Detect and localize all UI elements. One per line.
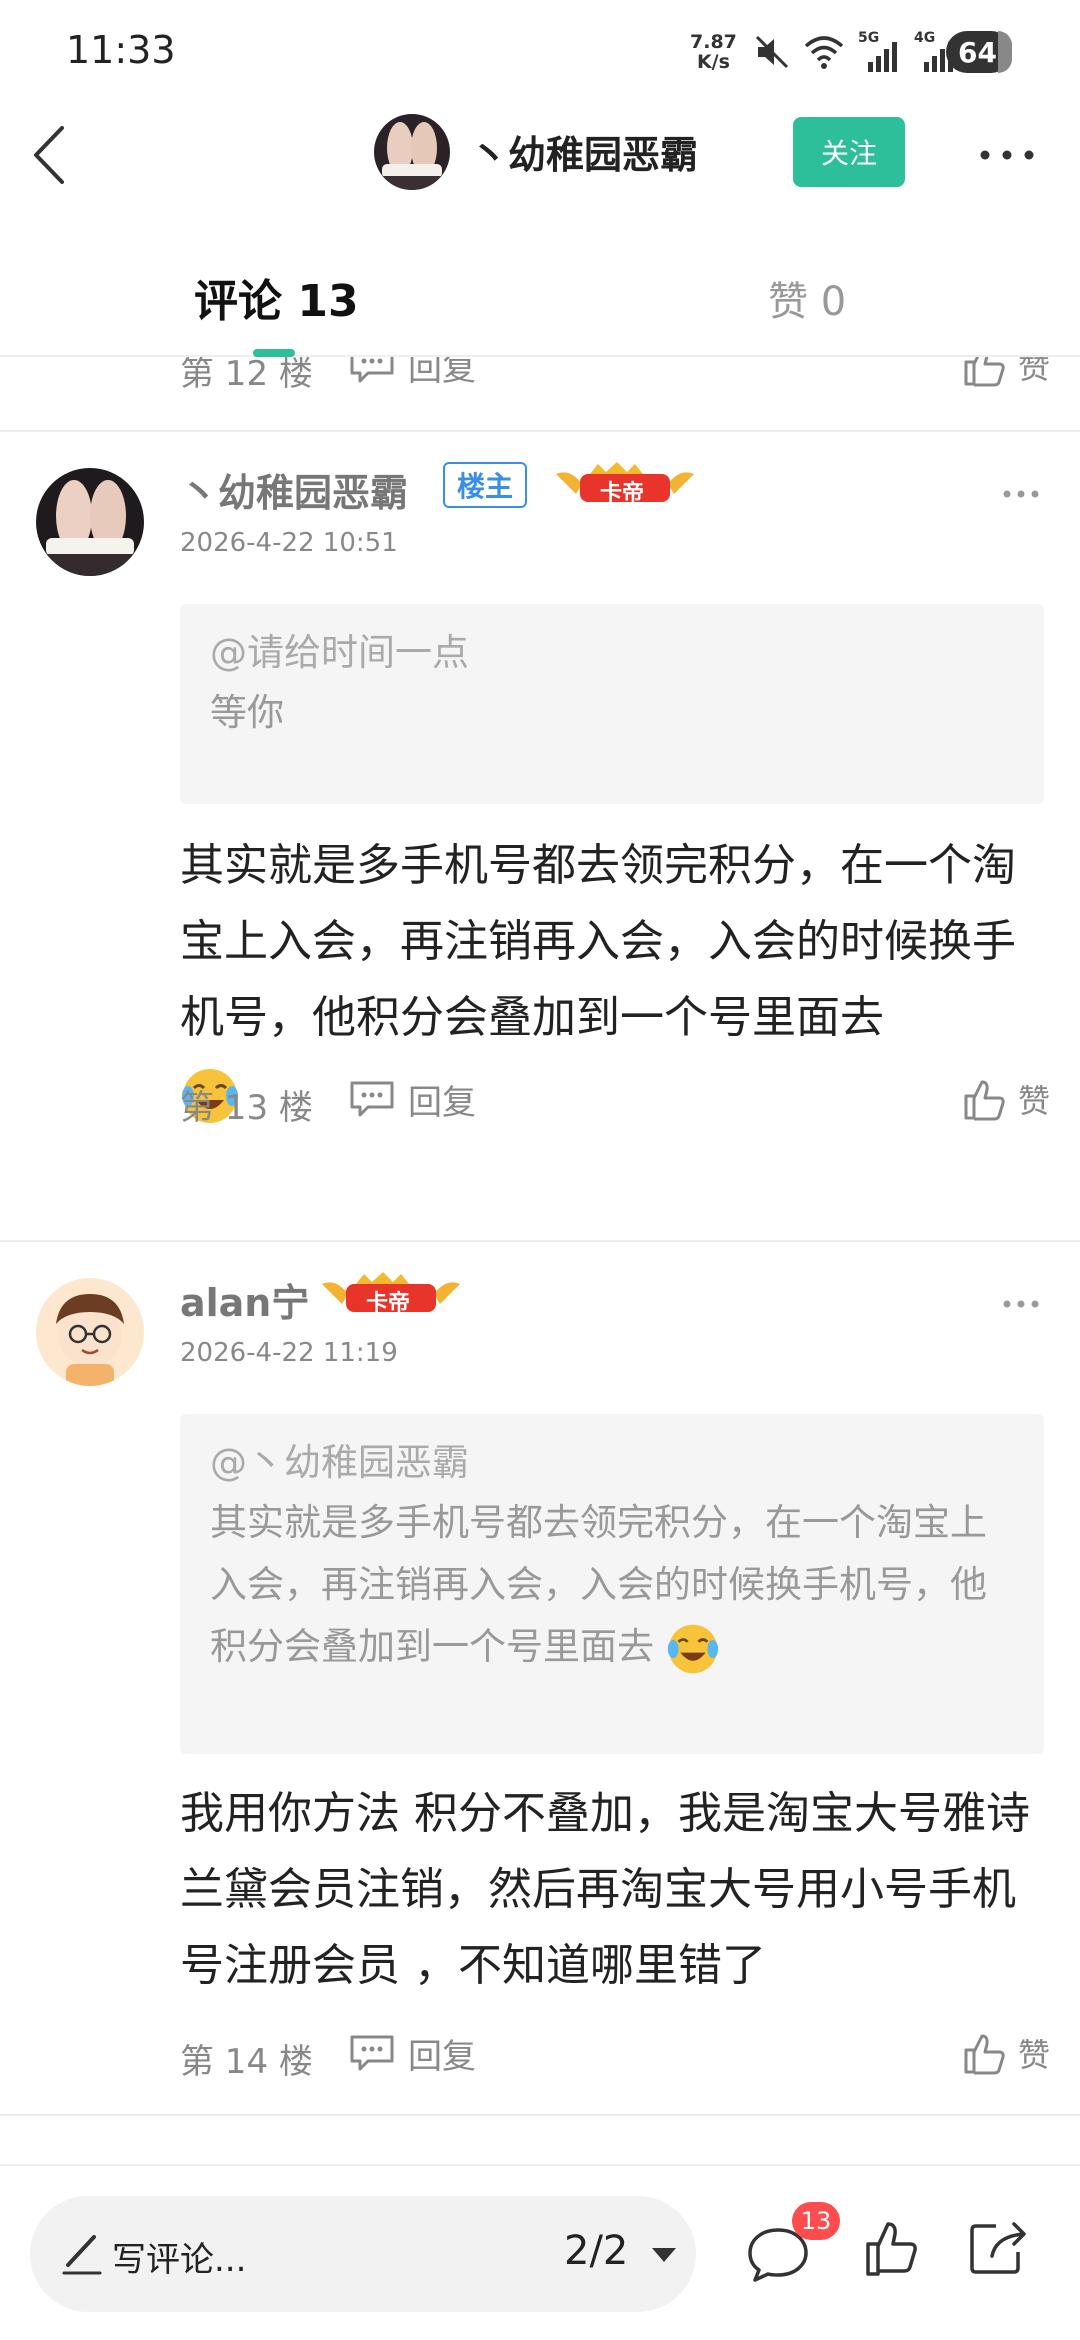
comment-input-placeholder: 写评论... [112, 2240, 247, 2280]
net-speed-value: 7.87 [690, 31, 737, 53]
pen-icon [62, 2235, 102, 2275]
quote-mention: @丶幼稚园恶霸 [210, 1441, 469, 1484]
comment-body: 其实就是多手机号都去领完积分，在一个淘宝上入会，再注销再入会，入会的时候换手机号… [180, 840, 1016, 1043]
post-header: 丶幼稚园恶霸 关注 [0, 100, 1080, 210]
comment-username[interactable]: alan宁 [180, 1272, 309, 1327]
tab-active-indicator [253, 349, 295, 357]
owner-badge: 楼主 [443, 462, 528, 508]
mute-icon [755, 35, 789, 69]
tab-bar: 评论 13 赞 0 [0, 245, 1080, 357]
tab-comments-count: 13 [297, 276, 359, 327]
rank-badge-label: 卡帝 [600, 481, 645, 506]
floor-number: 第 13 楼 [180, 1088, 313, 1128]
like-button[interactable]: 赞 [962, 1074, 1050, 1124]
comment-feed[interactable]: 第 12 楼 回复 赞 丶幼稚园恶霸 楼主 卡帝 2026-4-22 10:51… [0, 330, 1080, 2130]
avatar-image [36, 1278, 144, 1386]
comment-item: 丶幼稚园恶霸 楼主 卡帝 2026-4-22 10:51 @请给时间一点 等你 … [0, 432, 1080, 1162]
thumb-up-icon [964, 1080, 1005, 1121]
thumb-up-icon[interactable] [864, 2218, 918, 2278]
reply-icon [350, 2035, 394, 2071]
reply-label: 回复 [408, 2036, 476, 2077]
comment-footer: 第 14 楼 回复 赞 [180, 2028, 1050, 2082]
page-indicator[interactable]: 2/2 [564, 2228, 628, 2274]
follow-button[interactable]: 关注 [793, 117, 905, 187]
net-speed-unit: K/s [696, 51, 730, 73]
rank-badge: 卡帝 [550, 460, 700, 510]
net-speed: 7.87 K/s [690, 32, 737, 72]
quote-mention: @请给时间一点 [210, 631, 469, 674]
divider [0, 2114, 1080, 2116]
comment-input[interactable]: 写评论... 2/2 [30, 2196, 696, 2312]
like-label: 赞 [1017, 1082, 1050, 1120]
battery-indicator: 64 [946, 31, 1012, 73]
comment-footer: 第 13 楼 回复 赞 [180, 1074, 1050, 1128]
rank-badge: 卡帝 [316, 1270, 466, 1320]
laugh-cry-emoji [667, 1624, 718, 1673]
header-username[interactable]: 丶幼稚园恶霸 [470, 124, 698, 179]
comment-username[interactable]: 丶幼稚园恶霸 [180, 462, 408, 517]
tab-comments-label: 评论 [194, 276, 282, 327]
comment-count-badge: 13 [792, 2202, 840, 2240]
floor-number: 第 14 楼 [180, 2042, 313, 2082]
tab-likes[interactable]: 赞 0 [768, 269, 846, 327]
signal-5g: 5G [858, 30, 900, 72]
like-label: 赞 [1017, 2036, 1050, 2074]
bottom-bar: 写评论... 2/2 13 [0, 2164, 1080, 2340]
comment-body: 我用你方法 积分不叠加，我是淘宝大号雅诗兰黛会员注销，然后再淘宝大号用小号手机号… [180, 1788, 1030, 1991]
status-time: 11:33 [66, 28, 176, 72]
caret-down-icon[interactable] [650, 2246, 678, 2264]
thumb-up-icon [964, 2034, 1005, 2075]
avatar-image [374, 114, 450, 190]
quoted-comment[interactable]: @请给时间一点 等你 [180, 604, 1044, 804]
share-icon[interactable] [968, 2218, 1028, 2276]
reply-button[interactable]: 回复 [348, 1074, 476, 1124]
like-button[interactable]: 赞 [962, 2028, 1050, 2078]
battery-level: 64 [958, 35, 997, 69]
back-icon[interactable] [26, 122, 76, 188]
quoted-comment[interactable]: @丶幼稚园恶霸 其实就是多手机号都去领完积分，在一个淘宝上入会，再注销再入会，入… [180, 1414, 1044, 1754]
status-bar: 11:33 7.87 K/s 5G 4G 64 [0, 0, 1080, 100]
avatar-image [36, 468, 144, 576]
more-icon[interactable] [1003, 490, 1039, 498]
wifi-icon [804, 36, 844, 69]
quote-text: 等你 [210, 691, 284, 734]
header-avatar[interactable] [374, 114, 450, 190]
rank-badge-label: 卡帝 [366, 1291, 411, 1316]
more-icon[interactable] [980, 150, 1034, 160]
signal-icon [868, 42, 897, 72]
reply-button[interactable]: 回复 [348, 2028, 476, 2078]
comment-item: alan宁 卡帝 2026-4-22 11:19 @丶幼稚园恶霸 其实就是多手机… [0, 1242, 1080, 2112]
comment-text: 我用你方法 积分不叠加，我是淘宝大号雅诗兰黛会员注销，然后再淘宝大号用小号手机号… [180, 1776, 1050, 2004]
reply-icon [350, 1081, 394, 1117]
status-icons: 5G 4G [754, 30, 956, 74]
quote-text: 其实就是多手机号都去领完积分，在一个淘宝上入会，再注销再入会，入会的时候换手机号… [210, 1501, 987, 1668]
avatar[interactable] [36, 468, 144, 576]
quote-text-block: 其实就是多手机号都去领完积分，在一个淘宝上入会，再注销再入会，入会的时候换手机号… [210, 1492, 1014, 1678]
reply-label: 回复 [408, 1082, 476, 1123]
tab-comments[interactable]: 评论 13 [194, 265, 359, 329]
more-icon[interactable] [1003, 1300, 1039, 1308]
comment-time: 2026-4-22 10:51 [180, 528, 398, 558]
avatar[interactable] [36, 1278, 144, 1386]
comment-time: 2026-4-22 11:19 [180, 1338, 398, 1368]
